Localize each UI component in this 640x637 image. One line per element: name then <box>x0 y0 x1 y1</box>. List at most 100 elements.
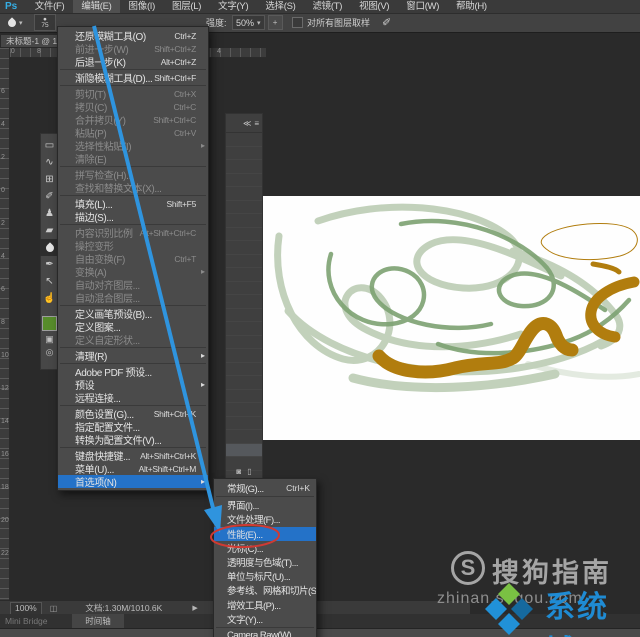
edit-menu-item[interactable]: 转换为配置文件(V)... <box>58 433 208 446</box>
edit-menu-item[interactable]: 前进一步(W) Shift+Ctrl+Z <box>58 42 208 56</box>
history-row[interactable] <box>226 241 262 255</box>
history-row[interactable] <box>226 403 262 417</box>
panel-menu-icon[interactable]: ≡ <box>254 119 259 128</box>
history-row[interactable] <box>226 255 262 268</box>
menubar-item-7[interactable]: 视图(V) <box>351 0 398 13</box>
edit-menu-item[interactable]: 合并拷贝(Y) Shift+Ctrl+C <box>58 113 208 127</box>
edit-menu-item[interactable]: 清除(E) <box>58 152 208 165</box>
menubar-item-2[interactable]: 图像(I) <box>120 0 163 13</box>
tab-timeline[interactable]: 时间轴 <box>72 614 124 628</box>
edit-menu-item[interactable]: Adobe PDF 预设... <box>58 365 208 378</box>
brush-preset-picker[interactable]: ● 75 <box>34 13 56 32</box>
history-row[interactable] <box>226 349 262 363</box>
preferences-item[interactable]: 增效工具(P)... <box>214 598 316 612</box>
preferences-item[interactable]: 常规(G)... Ctrl+K <box>214 481 316 495</box>
menubar-item-5[interactable]: 选择(S) <box>257 0 304 13</box>
edit-menu-item[interactable]: 预设 ▸ <box>58 378 208 391</box>
tab-mini-bridge[interactable]: Mini Bridge <box>5 616 48 626</box>
history-row[interactable] <box>226 174 262 187</box>
status-menu-arrow-icon[interactable]: ▶ <box>192 604 197 612</box>
preferences-item[interactable]: 性能(E)... <box>214 526 316 541</box>
direct-selection-tool[interactable]: ↖ <box>41 273 58 290</box>
sample-all-layers-option[interactable]: 对所有图层取样 <box>292 13 370 32</box>
menubar-item-6[interactable]: 滤镜(T) <box>304 0 351 13</box>
menubar-item-3[interactable]: 图层(L) <box>164 0 210 13</box>
strength-dropdown[interactable]: 50% ▾ + <box>228 13 283 32</box>
history-row[interactable] <box>226 336 262 349</box>
history-row[interactable] <box>226 390 262 403</box>
sample-all-layers-checkbox[interactable] <box>292 17 303 28</box>
camera-icon[interactable]: ◙ <box>236 467 241 476</box>
edit-menu-item[interactable]: 拼写检查(H)... <box>58 168 208 181</box>
edit-menu-item[interactable]: 剪切(T) Ctrl+X <box>58 87 208 101</box>
edit-menu-item[interactable]: 填充(L)... Shift+F5 <box>58 197 208 211</box>
edit-menu-item[interactable]: 后退一步(K) Alt+Ctrl+Z <box>58 55 208 69</box>
edit-menu-item[interactable]: 操控变形 <box>58 239 208 252</box>
history-row[interactable] <box>226 363 262 376</box>
lasso-tool[interactable]: ∿ <box>41 154 58 171</box>
edit-menu-item[interactable]: 远程连接... <box>58 391 208 404</box>
zoom-level-field[interactable]: 100% <box>10 601 42 615</box>
history-row[interactable] <box>226 228 262 241</box>
edit-menu-item[interactable]: 定义图案... <box>58 320 208 333</box>
preferences-item[interactable]: 单位与标尺(U)... <box>214 569 316 583</box>
quick-mask-icon[interactable]: ◎ <box>46 347 54 357</box>
history-row[interactable] <box>226 376 262 390</box>
edit-menu-item[interactable]: 自由变换(F) Ctrl+T <box>58 252 208 266</box>
edit-menu-item[interactable]: 拷贝(C) Ctrl+C <box>58 100 208 114</box>
mask-icon[interactable]: ▣ <box>45 334 54 344</box>
menubar-item-0[interactable]: 文件(F) <box>26 0 73 13</box>
clone-stamp-tool[interactable]: ♟ <box>41 205 58 222</box>
history-row[interactable] <box>226 201 262 214</box>
history-row[interactable] <box>226 282 262 295</box>
trash-icon[interactable]: ▯ <box>247 467 251 476</box>
history-row[interactable] <box>226 268 262 282</box>
preferences-item[interactable]: 文件处理(F)... <box>214 512 316 526</box>
edit-menu-item[interactable]: 颜色设置(G)... Shift+Ctrl+K <box>58 407 208 421</box>
history-row[interactable] <box>226 430 262 444</box>
history-row[interactable] <box>226 295 262 309</box>
menubar-item-1[interactable]: 编辑(E) <box>72 0 121 13</box>
eraser-tool[interactable]: ▰ <box>41 222 58 239</box>
history-row[interactable] <box>226 322 262 336</box>
history-row[interactable] <box>226 443 262 457</box>
hand-tool[interactable]: ☝ <box>41 290 58 307</box>
preferences-item[interactable]: 光标(C)... <box>214 541 316 555</box>
edit-menu-item[interactable]: 定义画笔预设(B)... <box>58 307 208 320</box>
pen-tool[interactable]: ✒ <box>41 256 58 273</box>
menubar-item-9[interactable]: 帮助(H) <box>448 0 496 13</box>
edit-menu-item[interactable]: 首选项(N) ▸ <box>58 475 208 488</box>
blur-tool-preset[interactable]: ▾ <box>6 13 23 32</box>
edit-menu-item[interactable]: 粘贴(P) Ctrl+V <box>58 126 208 140</box>
edit-menu-item[interactable]: 自动混合图层... <box>58 291 208 304</box>
eyedropper-tool[interactable]: ✐ <box>41 188 58 205</box>
preferences-item[interactable]: 文字(Y)... <box>214 612 316 626</box>
edit-menu-item[interactable]: 菜单(U)... Alt+Shift+Ctrl+M <box>58 462 208 476</box>
preferences-item[interactable]: 界面(I)... <box>214 498 316 512</box>
history-row[interactable] <box>226 214 262 228</box>
marquee-tool[interactable]: ▭ <box>41 137 58 154</box>
edit-menu-item[interactable]: 渐隐模糊工具(D)... Shift+Ctrl+F <box>58 71 208 85</box>
preferences-item[interactable]: 透明度与色域(T)... <box>214 555 316 569</box>
edit-menu-item[interactable]: 键盘快捷键... Alt+Shift+Ctrl+K <box>58 449 208 463</box>
edit-menu-item[interactable]: 描边(S)... <box>58 210 208 223</box>
menubar-item-4[interactable]: 文字(Y) <box>210 0 257 13</box>
edit-menu-item[interactable]: 内容识别比例 Alt+Shift+Ctrl+C <box>58 226 208 240</box>
collapse-panels-icon[interactable]: ≪ <box>243 119 251 128</box>
tablet-pressure-button[interactable]: ✐ <box>382 13 391 32</box>
canvas[interactable] <box>263 196 640 440</box>
edit-menu-item[interactable]: 选择性粘贴(I) ▸ <box>58 139 208 152</box>
history-row[interactable] <box>226 187 262 201</box>
crop-tool[interactable]: ⊞ <box>41 171 58 188</box>
edit-menu-item[interactable]: 查找和替换文本(X)... <box>58 181 208 194</box>
edit-menu-item[interactable]: 自动对齐图层... <box>58 278 208 291</box>
history-row[interactable] <box>226 309 262 322</box>
history-row[interactable] <box>226 147 262 160</box>
edit-menu-item[interactable]: 定义自定形状... <box>58 333 208 346</box>
edit-menu-item[interactable]: 还原模糊工具(O) Ctrl+Z <box>58 29 208 43</box>
preferences-item[interactable]: 参考线、网格和切片(S)... <box>214 583 316 597</box>
preferences-item[interactable]: Camera Raw(W)... <box>214 629 316 637</box>
history-row[interactable] <box>226 160 262 174</box>
pressure-toggle[interactable]: + <box>267 15 283 30</box>
edit-menu-item[interactable]: 指定配置文件... <box>58 420 208 433</box>
